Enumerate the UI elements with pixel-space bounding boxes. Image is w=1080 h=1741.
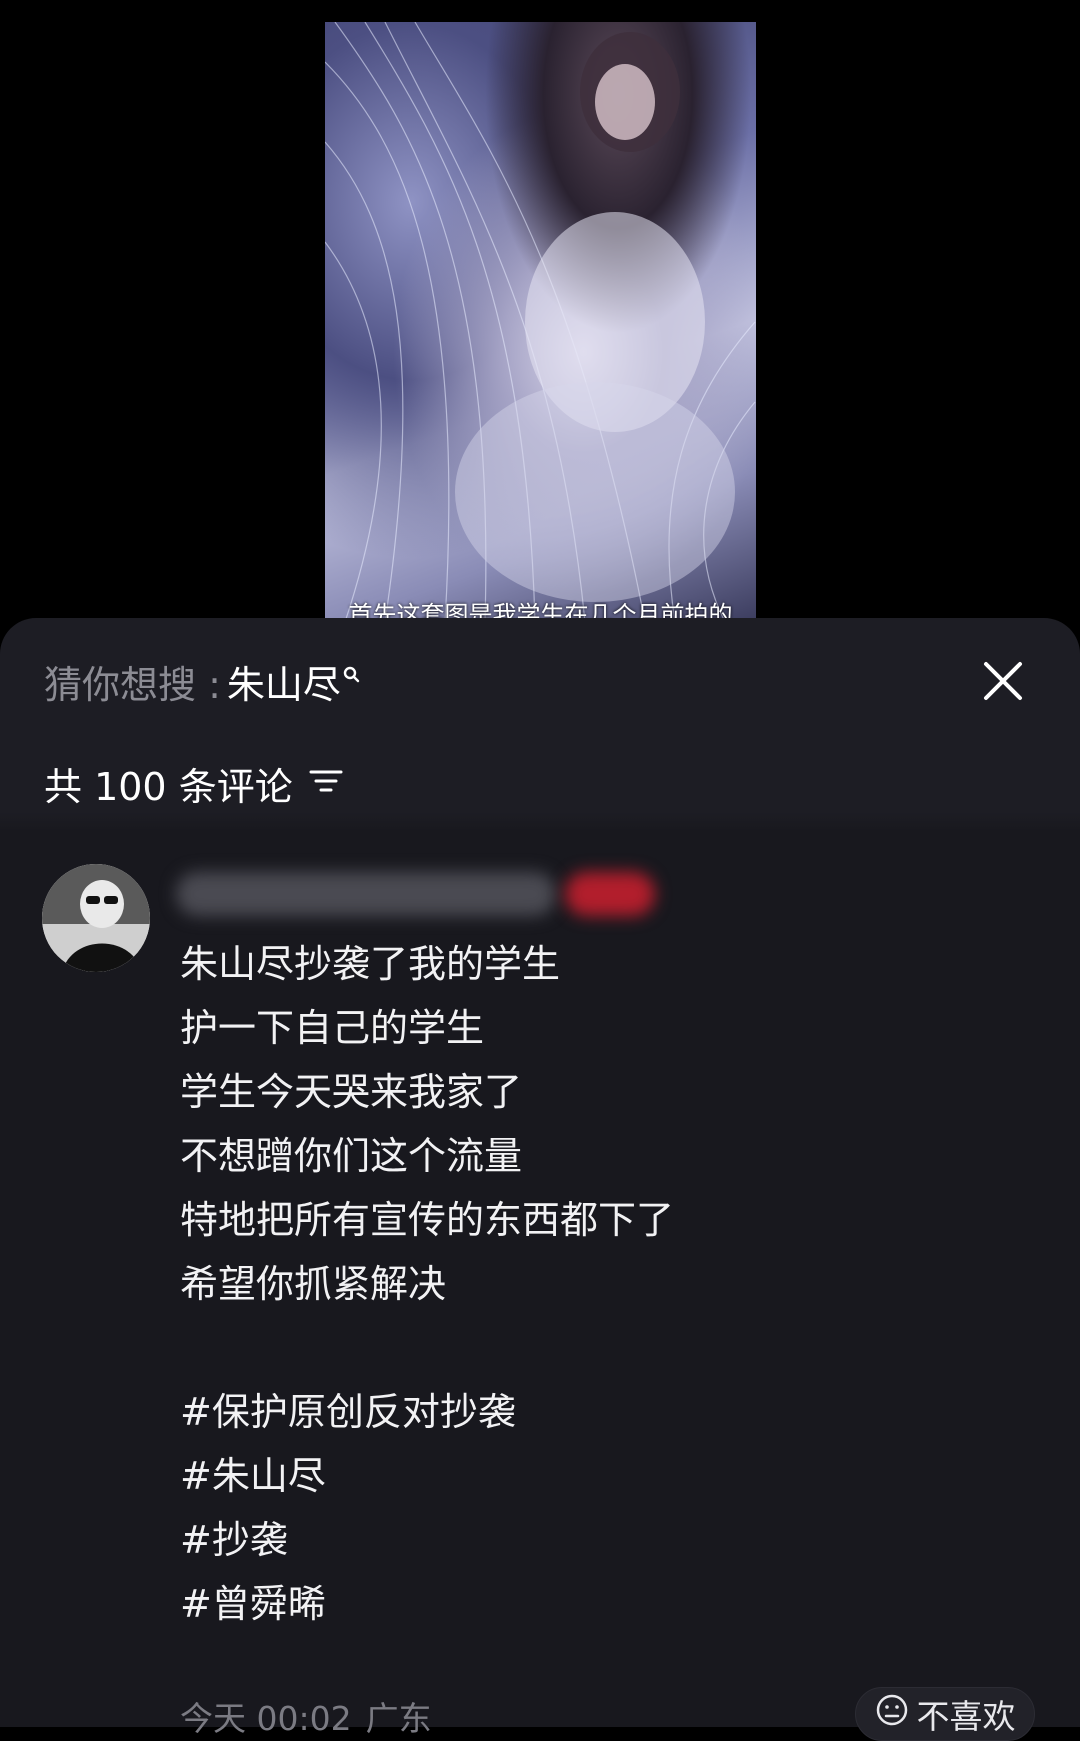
close-icon[interactable] xyxy=(983,661,1023,705)
search-suggestion[interactable]: 猜你想搜 : 朱山尽 xyxy=(44,654,361,709)
avatar[interactable] xyxy=(42,864,150,972)
comments-header: 共 100 条评论 xyxy=(44,758,343,809)
dislike-label: 不喜欢 xyxy=(916,1697,1016,1736)
hashtag-link[interactable]: #曾舜晞 xyxy=(180,1572,1040,1636)
dislike-button[interactable]: 不喜欢 xyxy=(855,1687,1035,1741)
comments-sheet: 猜你想搜 : 朱山尽 共 100 条评论 朱山尽抄袭了我的学生 护一下自己的学生… xyxy=(0,618,1080,1741)
comment-blank-line xyxy=(180,1316,1040,1380)
video-frame[interactable]: 首先这套图是我学生在几个月前拍的 xyxy=(325,22,756,622)
comment-line: 护一下自己的学生 xyxy=(180,1006,485,1050)
video-player[interactable]: 首先这套图是我学生在几个月前拍的 xyxy=(0,0,1080,640)
video-artwork xyxy=(325,22,756,622)
comment-line: 朱山尽抄袭了我的学生 xyxy=(180,942,561,986)
sort-icon[interactable] xyxy=(309,761,343,805)
comment-line: 希望你抓紧解决 xyxy=(180,1262,447,1306)
comment-item[interactable]: 朱山尽抄袭了我的学生 护一下自己的学生 学生今天哭来我家了 不想蹭你们这个流量 … xyxy=(0,832,1080,1741)
section-divider xyxy=(0,812,1080,832)
search-suggestion-term[interactable]: 朱山尽 xyxy=(227,654,341,709)
comment-location: 广东 xyxy=(365,1699,432,1738)
comment-time: 今天 00:02 xyxy=(180,1699,352,1738)
comment-line: 不想蹭你们这个流量 xyxy=(180,1134,523,1178)
search-suggestion-prefix: 猜你想搜 : xyxy=(44,662,221,707)
search-icon[interactable] xyxy=(343,651,361,695)
hashtag-link[interactable]: #保护原创反对抄袭 xyxy=(180,1380,1040,1444)
comment-meta: 今天 00:02 广东 xyxy=(180,1692,432,1740)
comment-line: 学生今天哭来我家了 xyxy=(180,1070,523,1114)
username-blurred[interactable] xyxy=(176,872,556,916)
user-badge-blurred xyxy=(565,872,655,916)
hashtag-link[interactable]: #抄袭 xyxy=(180,1508,1040,1572)
close-button[interactable] xyxy=(978,658,1028,708)
comment-line: 特地把所有宣传的东西都下了 xyxy=(180,1198,675,1242)
hashtag-link[interactable]: #朱山尽 xyxy=(180,1444,1040,1508)
neutral-face-icon xyxy=(875,1693,909,1735)
comments-count: 共 100 条评论 xyxy=(44,764,293,809)
comment-text: 朱山尽抄袭了我的学生 护一下自己的学生 学生今天哭来我家了 不想蹭你们这个流量 … xyxy=(180,932,1040,1636)
